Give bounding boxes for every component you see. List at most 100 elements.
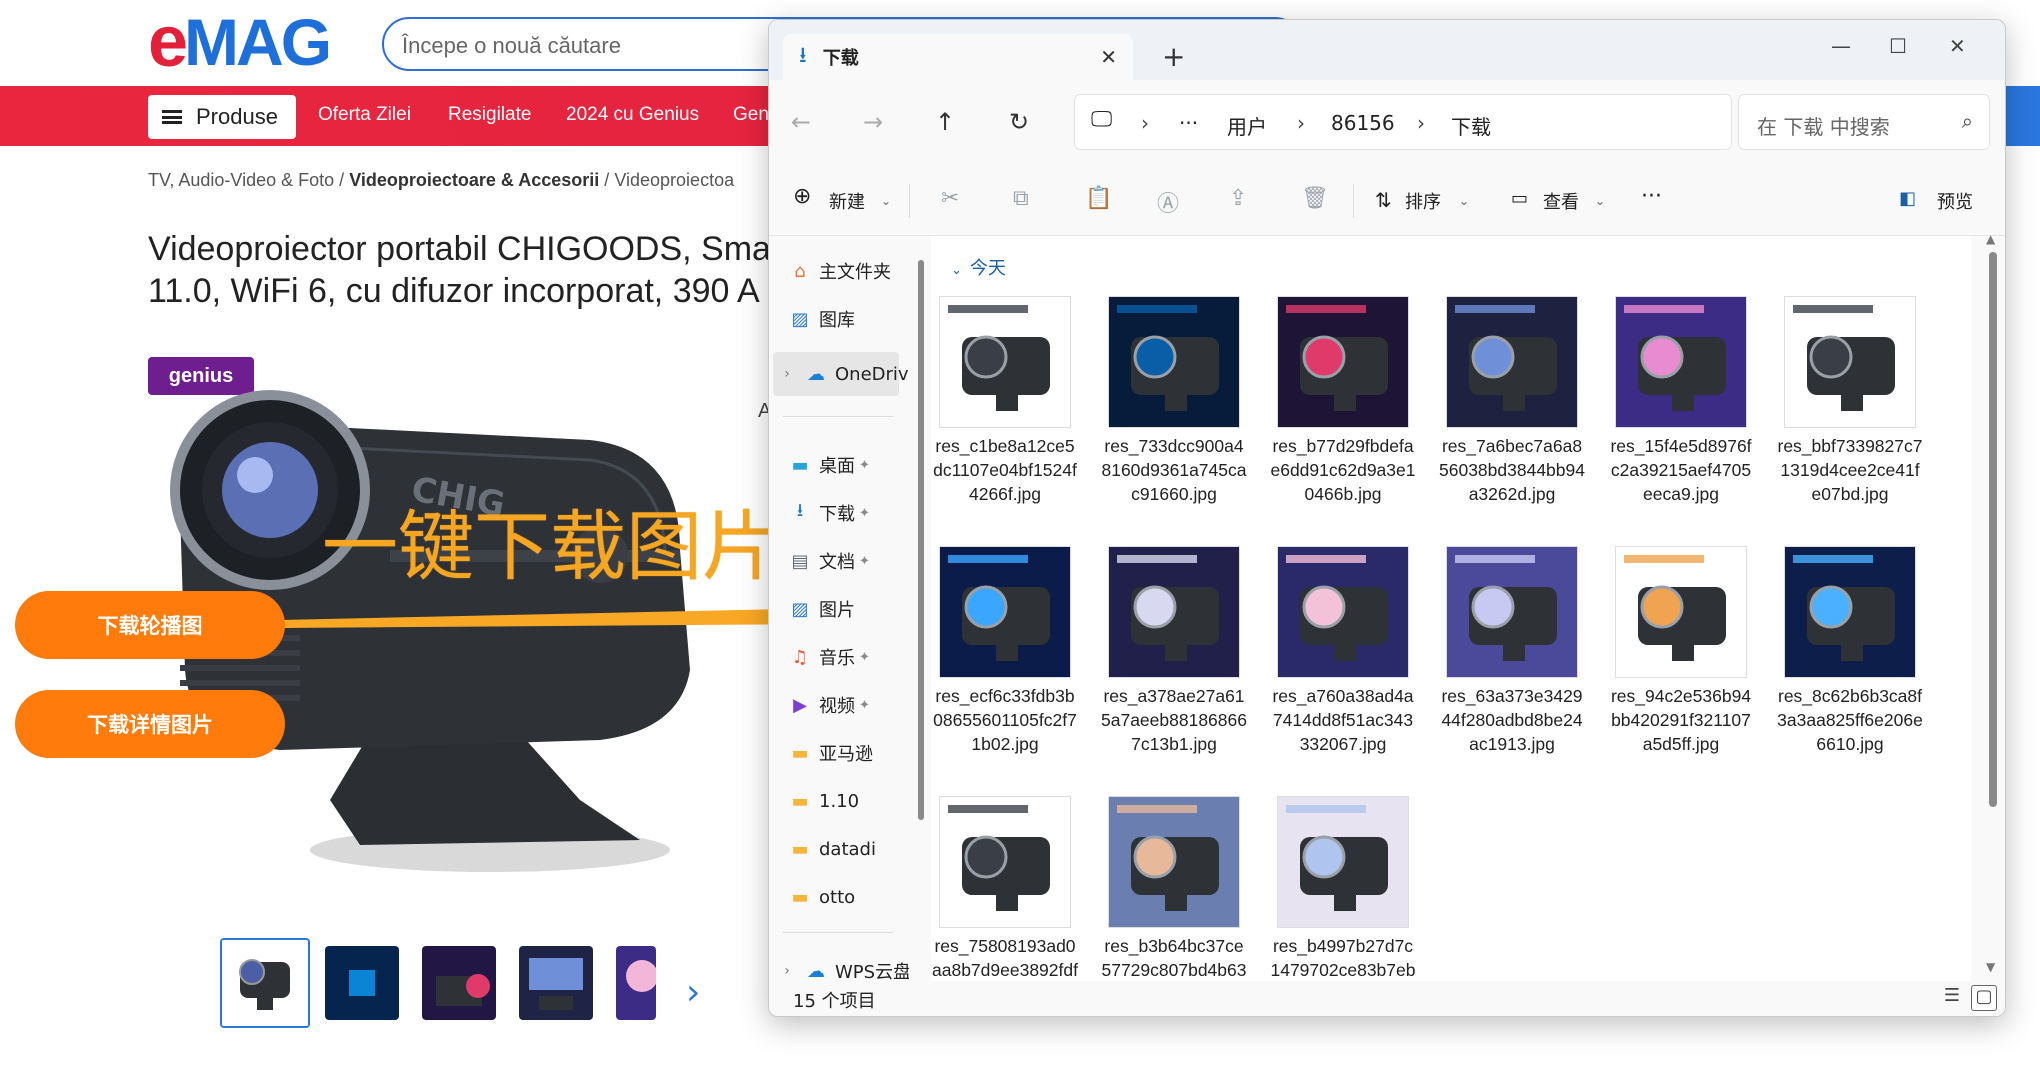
thumbnail-next-chevron-icon[interactable]: › [686, 972, 700, 1013]
sidebar-scrollbar[interactable] [918, 260, 924, 820]
sidebar-item-label: otto [819, 886, 856, 908]
chevron-right-icon: › [784, 366, 790, 382]
search-icon: ⌕ [1961, 109, 1973, 133]
file-thumbnail [1277, 546, 1409, 678]
path-segment-users[interactable]: 用户 [1227, 111, 1267, 140]
product-title-line: 11.0, WiFi 6, cu difuzor incorporat, 390… [148, 272, 760, 310]
details-view-icon[interactable]: ☰ [1939, 985, 1965, 1011]
nav-resigilate[interactable]: Resigilate [448, 104, 531, 126]
sidebar-item-folder[interactable]: ▬ 1.10 [787, 786, 859, 816]
path-segment-user[interactable]: 86156 [1331, 111, 1395, 135]
group-header-today[interactable]: ⌄ 今天 [951, 254, 1006, 280]
breadcrumb-separator: / [604, 170, 610, 190]
folder-icon: ▬ [791, 838, 809, 860]
chevron-down-icon: ⌄ [881, 194, 892, 208]
new-button[interactable]: 新建 [829, 188, 865, 214]
sidebar-item-folder[interactable]: ▬ datadi [787, 834, 876, 864]
download-details-button[interactable]: 下载详情图片 [15, 690, 285, 758]
music-icon: ♫ [791, 646, 809, 668]
sidebar-item-pictures[interactable]: ▨ 图片 [787, 594, 855, 624]
file-name: res_ecf6c33fdb3b08655601105fc2f71b02.jpg [933, 686, 1077, 754]
scroll-down-arrow-icon[interactable]: ▼ [1986, 960, 1995, 974]
sidebar-item-label: 1.10 [819, 790, 860, 812]
thumbnail-item[interactable] [422, 946, 496, 1020]
sidebar-item-onedrive[interactable]: › ☁ OneDrive [777, 359, 909, 389]
content-scrollbar[interactable] [1989, 252, 1997, 807]
paste-icon[interactable]: 📋 [1085, 186, 1112, 211]
sidebar-item-label: datadi [819, 838, 876, 860]
emag-logo[interactable]: e MAG [148, 2, 332, 82]
forward-arrow-icon[interactable]: → [863, 108, 883, 136]
thumbnail-item[interactable] [220, 938, 310, 1028]
path-chevron-icon: › [1141, 111, 1149, 135]
logo-e: e [148, 2, 188, 82]
chevron-down-icon: ⌄ [951, 263, 962, 278]
breadcrumb-separator: / [339, 170, 345, 190]
file-thumbnail [939, 546, 1071, 678]
sidebar-item-music[interactable]: ♫ 音乐 ✦ [787, 642, 870, 672]
scroll-up-arrow-icon[interactable]: ▲ [1986, 232, 1995, 246]
file-name: res_15f4e5d8976fc2a39215aef4705eeca9.jpg [1610, 436, 1752, 504]
breadcrumb-item[interactable]: Videoproiectoa [614, 170, 734, 190]
sidebar-item-videos[interactable]: ▶ 视频 ✦ [787, 690, 870, 720]
thumbnail-item[interactable] [616, 946, 656, 1020]
file-explorer-window: ⭳ 下载 ✕ + — ☐ ✕ ← → ↑ ↻ 🖵 › ··· 用户 › 8615… [768, 19, 2006, 1017]
preview-button[interactable]: 预览 [1937, 188, 1973, 214]
view-button[interactable]: 查看 [1543, 188, 1579, 214]
cut-icon[interactable]: ✂ [941, 186, 959, 211]
sidebar-item-documents[interactable]: ▤ 文档 ✦ [787, 546, 870, 576]
chevron-down-icon: ⌄ [1595, 194, 1606, 208]
sidebar-item-wps-cloud[interactable]: › ☁ WPS云盘 [777, 956, 909, 982]
status-bar: 15 个项目 ☰ ▢ [769, 981, 2005, 1016]
chevron-right-icon: › [784, 963, 790, 979]
breadcrumb-item[interactable]: Videoproiectoare & Accesorii [349, 170, 599, 190]
sidebar-item-label: 下载 [819, 504, 855, 525]
sidebar-item-folder[interactable]: ▬ otto [787, 882, 855, 912]
file-thumbnail [1615, 296, 1747, 428]
share-icon[interactable]: ⇪ [1229, 186, 1247, 211]
sidebar-item-desktop[interactable]: ▬ 桌面 ✦ [787, 450, 869, 480]
breadcrumb-item[interactable]: TV, Audio-Video & Foto [148, 170, 334, 190]
close-window-icon[interactable]: ✕ [1949, 34, 1966, 58]
file-name: res_b77d29fbdefae6dd91c62d9a3e10466b.jpg [1270, 436, 1416, 504]
sidebar-item-home[interactable]: ⌂ 主文件夹 [787, 256, 891, 286]
pin-icon: ✦ [859, 553, 870, 569]
minimize-icon[interactable]: — [1831, 34, 1851, 58]
chevron-down-icon: ⌄ [1459, 194, 1470, 208]
path-breadcrumb-box[interactable]: 🖵 › ··· 用户 › 86156 › 下载 [1074, 94, 1732, 150]
sidebar-item-label: 音乐 [819, 648, 855, 669]
copy-icon[interactable]: ⧉ [1013, 186, 1029, 211]
more-options-icon[interactable]: ··· [1641, 184, 1662, 209]
nav-genius-2024[interactable]: 2024 cu Genius [566, 104, 699, 126]
sidebar-divider [783, 416, 893, 417]
rename-icon[interactable]: Ⓐ [1157, 186, 1179, 218]
thumbnail-item[interactable] [325, 946, 399, 1020]
folder-icon: ▬ [791, 886, 809, 908]
file-name: res_94c2e536b94bb420291f321107a5d5ff.jpg [1610, 686, 1752, 754]
path-segment-downloads[interactable]: 下载 [1451, 111, 1491, 140]
back-arrow-icon[interactable]: ← [791, 108, 811, 136]
thumbnail-item[interactable] [519, 946, 593, 1020]
sidebar-item-downloads[interactable]: ⭳ 下载 ✦ [787, 498, 870, 528]
explorer-tab-downloads[interactable]: ⭳ 下载 ✕ [783, 34, 1133, 80]
sort-button[interactable]: 排序 [1405, 188, 1441, 214]
nav-oferta-zilei[interactable]: Oferta Zilei [318, 104, 411, 126]
explorer-search-input[interactable]: 在 下载 中搜索 ⌕ [1738, 94, 1990, 150]
tab-title: 下载 [822, 48, 859, 69]
sidebar-item-gallery[interactable]: ▨ 图库 [787, 304, 855, 334]
tab-close-icon[interactable]: ✕ [1100, 45, 1117, 69]
file-thumbnail [1784, 296, 1916, 428]
refresh-icon[interactable]: ↻ [1009, 108, 1029, 136]
download-carousel-button[interactable]: 下载轮播图 [15, 591, 285, 659]
delete-icon[interactable]: 🗑 [1301, 186, 1329, 211]
new-tab-plus-icon[interactable]: + [1162, 40, 1185, 73]
produse-button[interactable]: Produse [148, 95, 296, 139]
file-name: res_733dcc900a48160d9361a745cac91660.jpg [1101, 436, 1247, 504]
file-thumbnail [1784, 546, 1916, 678]
file-thumbnail [939, 796, 1071, 928]
maximize-icon[interactable]: ☐ [1889, 34, 1907, 58]
large-icons-view-icon[interactable]: ▢ [1971, 985, 1997, 1011]
up-arrow-icon[interactable]: ↑ [935, 108, 955, 136]
path-overflow-icon[interactable]: ··· [1179, 111, 1198, 135]
sidebar-item-folder[interactable]: ▬ 亚马逊 [787, 738, 873, 768]
